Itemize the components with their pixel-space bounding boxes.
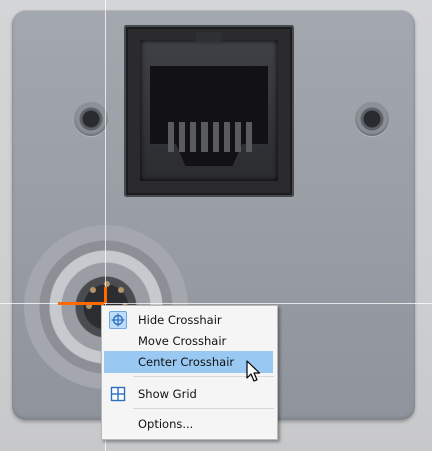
ethernet-pins bbox=[168, 122, 252, 152]
ethernet-port-tab bbox=[196, 32, 222, 42]
menu-item-label: Options... bbox=[138, 417, 194, 431]
mounting-screw-right bbox=[355, 102, 389, 136]
grid-icon bbox=[110, 386, 126, 402]
crosshair-center-mark-horizontal bbox=[58, 302, 104, 305]
mouse-pointer-icon bbox=[246, 360, 261, 382]
crosshair-target-icon bbox=[109, 311, 127, 329]
menu-item-label: Show Grid bbox=[138, 387, 197, 401]
menu-item-icon-slot bbox=[104, 330, 132, 352]
menu-item-options[interactable]: Options... bbox=[104, 413, 273, 435]
mounting-screw-left bbox=[74, 102, 108, 136]
menu-item-hide-crosshair[interactable]: Hide Crosshair bbox=[104, 309, 273, 331]
connector-pin bbox=[90, 287, 96, 293]
menu-item-show-grid[interactable]: Show Grid bbox=[104, 383, 273, 405]
menu-item-move-crosshair[interactable]: Move Crosshair bbox=[104, 330, 273, 352]
menu-item-icon-slot bbox=[104, 383, 132, 405]
menu-item-label: Center Crosshair bbox=[138, 355, 235, 369]
menu-item-label: Hide Crosshair bbox=[138, 313, 222, 327]
connector-pin bbox=[118, 287, 124, 293]
menu-item-label: Move Crosshair bbox=[138, 334, 227, 348]
menu-separator bbox=[133, 408, 274, 409]
menu-item-icon-slot bbox=[104, 413, 132, 435]
crosshair-center-mark-vertical bbox=[104, 287, 107, 303]
menu-item-icon-slot bbox=[104, 351, 132, 373]
menu-item-icon-slot bbox=[104, 309, 132, 331]
